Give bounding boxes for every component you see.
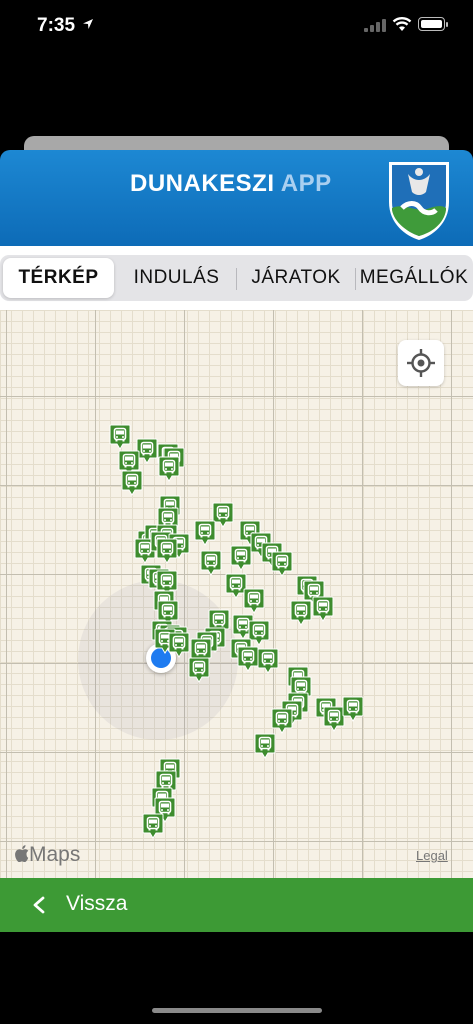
- bus-stop-marker[interactable]: [188, 657, 210, 683]
- app-title: DUNAKESZI APP: [130, 170, 332, 197]
- bus-stop-marker[interactable]: [271, 551, 293, 577]
- status-time: 7:35: [37, 15, 76, 36]
- bus-stop-marker[interactable]: [168, 632, 190, 658]
- bus-stop-marker[interactable]: [271, 708, 293, 734]
- wifi-icon: [392, 17, 412, 31]
- footer-bar: Vissza: [0, 878, 473, 932]
- tab-bar: TÉRKÉP INDULÁS JÁRATOK MEGÁLLÓK: [0, 246, 473, 310]
- cellular-signal-icon: [364, 19, 386, 32]
- location-arrow-icon: [83, 19, 93, 29]
- bus-stop-marker[interactable]: [194, 520, 216, 546]
- legal-link[interactable]: Legal: [416, 848, 448, 863]
- bus-stop-marker[interactable]: [257, 648, 279, 674]
- bus-stop-marker[interactable]: [230, 545, 252, 571]
- bus-stop-marker[interactable]: [109, 424, 131, 450]
- bus-stop-marker[interactable]: [342, 696, 364, 722]
- chevron-left-icon[interactable]: [30, 895, 48, 915]
- status-bar: 7:35: [0, 0, 473, 54]
- tab-divider: [236, 268, 237, 290]
- bus-stop-marker[interactable]: [121, 470, 143, 496]
- bus-stop-marker[interactable]: [156, 538, 178, 564]
- tab-stops[interactable]: MEGÁLLÓK: [357, 258, 471, 298]
- home-indicator: [152, 1008, 322, 1013]
- segmented-control: TÉRKÉP INDULÁS JÁRATOK MEGÁLLÓK: [0, 255, 473, 301]
- apple-maps-logo: Maps: [15, 843, 80, 867]
- tab-routes[interactable]: JÁRATOK: [239, 258, 353, 298]
- back-button[interactable]: Vissza: [66, 892, 127, 916]
- tab-map[interactable]: TÉRKÉP: [3, 258, 114, 298]
- tab-departures[interactable]: INDULÁS: [120, 258, 233, 298]
- bus-stop-marker[interactable]: [243, 588, 265, 614]
- coat-of-arms-logo: [389, 162, 449, 240]
- bus-stop-marker[interactable]: [290, 600, 312, 626]
- map-view[interactable]: Maps Legal: [0, 310, 473, 878]
- bus-stop-marker[interactable]: [254, 733, 276, 759]
- bus-stop-marker[interactable]: [312, 596, 334, 622]
- tab-divider: [355, 268, 356, 290]
- battery-icon: [418, 17, 448, 31]
- apple-icon: [15, 845, 29, 863]
- bus-stop-marker[interactable]: [200, 550, 222, 576]
- bus-stop-marker[interactable]: [158, 456, 180, 482]
- locate-me-button[interactable]: [398, 340, 444, 386]
- bus-stop-marker[interactable]: [142, 813, 164, 839]
- app-header: DUNAKESZI APP: [0, 150, 473, 246]
- bus-stop-marker[interactable]: [237, 646, 259, 672]
- crosshair-icon: [407, 349, 435, 377]
